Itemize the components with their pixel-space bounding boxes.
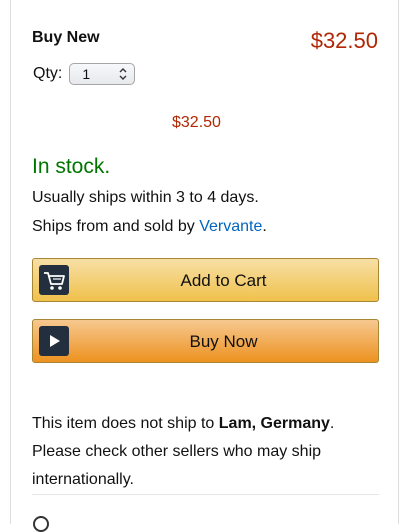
ships-from-prefix: Ships from and sold by — [32, 218, 200, 235]
add-to-cart-label: Add to Cart — [180, 271, 267, 290]
ships-from-text: Ships from and sold by Vervante. — [32, 218, 267, 236]
availability-status: In stock. — [32, 155, 111, 178]
shipping-location: Lam, Germany — [218, 415, 330, 432]
divider — [32, 494, 379, 495]
buy-box: Buy New $32.50 Qty: 1 $32.50 In stock. U… — [10, 0, 399, 532]
condition-label: Buy New — [32, 29, 100, 46]
ships-from-suffix: . — [262, 218, 267, 235]
quantity-row: Qty: 1 — [33, 63, 136, 85]
buy-now-button[interactable]: Buy Now — [32, 319, 379, 363]
shopping-cart-icon — [39, 265, 69, 295]
seller-link[interactable]: Vervante — [199, 218, 262, 235]
location-pin-icon[interactable] — [33, 516, 49, 532]
shipping-notice: This item does not ship to Lam, Germany.… — [32, 410, 372, 494]
shipping-notice-prefix: This item does not ship to — [32, 415, 219, 432]
buy-now-label: Buy Now — [189, 332, 258, 351]
add-to-cart-button[interactable]: Add to Cart — [32, 258, 379, 302]
price-secondary: $32.50 — [172, 114, 221, 131]
play-icon — [39, 326, 69, 356]
quantity-select[interactable]: 1 — [69, 63, 136, 85]
ships-within-text: Usually ships within 3 to 4 days. — [32, 189, 259, 206]
quantity-value: 1 — [82, 66, 91, 82]
price: $32.50 — [310, 28, 378, 53]
quantity-label: Qty: — [33, 65, 63, 82]
chevron-up-down-icon — [119, 68, 127, 80]
